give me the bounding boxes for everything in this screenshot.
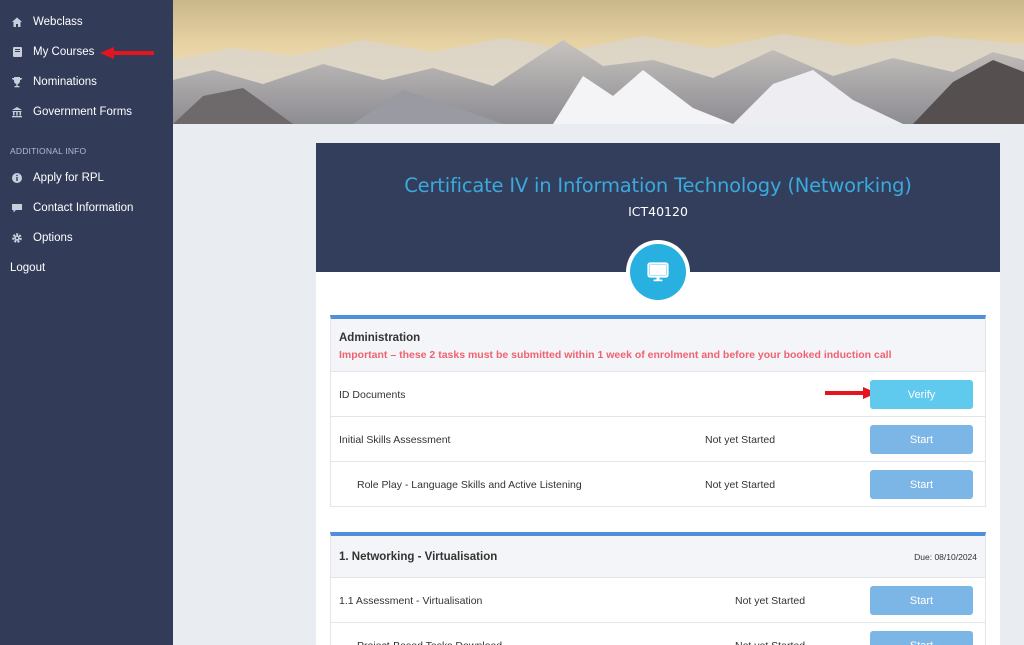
sidebar-item-government-forms[interactable]: Government Forms xyxy=(0,97,173,127)
annotation-arrow-icon xyxy=(100,47,154,59)
unit-panel-networking-virtualisation: 1. Networking - Virtualisation Due: 08/1… xyxy=(330,532,986,645)
sidebar-item-options[interactable]: Options xyxy=(0,223,173,253)
info-icon xyxy=(10,171,24,185)
sidebar-item-label: Webclass xyxy=(33,16,83,28)
due-date: Due: 08/10/2024 xyxy=(914,551,977,562)
panel-title: Administration xyxy=(339,332,421,344)
task-status: Not yet Started xyxy=(735,594,806,607)
sidebar-item-label: Contact Information xyxy=(33,202,134,214)
course-card: Certificate IV in Information Technology… xyxy=(316,143,1000,645)
administration-panel-header: Administration Important – these 2 tasks… xyxy=(331,319,985,372)
trophy-icon xyxy=(10,75,24,89)
sidebar-item-apply-rpl[interactable]: Apply for RPL xyxy=(0,163,173,193)
task-name: Initial Skills Assessment xyxy=(339,433,451,446)
task-status: Not yet Started xyxy=(735,623,805,645)
course-icon-badge xyxy=(626,240,690,304)
task-name: ID Documents xyxy=(339,388,406,401)
sidebar-item-nominations[interactable]: Nominations xyxy=(0,67,173,97)
sidebar-section-label: ADDITIONAL INFO xyxy=(10,146,87,156)
bank-icon xyxy=(10,105,24,119)
course-title: Certificate IV in Information Technology… xyxy=(404,174,912,197)
logout-link[interactable]: Logout xyxy=(0,253,173,283)
task-row-assessment-virtualisation: 1.1 Assessment - Virtualisation Not yet … xyxy=(331,578,985,623)
sidebar-item-label: Options xyxy=(33,232,73,244)
administration-panel: Administration Important – these 2 tasks… xyxy=(330,315,986,507)
task-row-role-play: Role Play - Language Skills and Active L… xyxy=(331,462,985,507)
home-icon xyxy=(10,15,24,29)
task-name: Role Play - Language Skills and Active L… xyxy=(357,478,582,491)
task-status: Not yet Started xyxy=(705,433,776,446)
start-button[interactable]: Start xyxy=(870,586,973,615)
task-row-project-tasks: Project-Based Tasks Download Not yet Sta… xyxy=(331,623,985,645)
sidebar-item-label: Government Forms xyxy=(33,106,133,118)
start-button[interactable]: Start xyxy=(870,425,973,454)
sidebar-item-label: Apply for RPL xyxy=(33,172,104,184)
task-row-initial-skills-assessment: Initial Skills Assessment Not yet Starte… xyxy=(331,417,985,462)
verify-button[interactable]: Verify xyxy=(870,380,973,409)
header-banner-image xyxy=(173,0,1024,124)
start-button[interactable]: Start xyxy=(870,631,973,645)
course-code: ICT40120 xyxy=(628,204,688,219)
important-notice: Important – these 2 tasks must be submit… xyxy=(339,349,892,361)
book-icon xyxy=(10,45,24,59)
unit-panel-header: 1. Networking - Virtualisation Due: 08/1… xyxy=(331,536,985,578)
sidebar-item-contact-information[interactable]: Contact Information xyxy=(0,193,173,223)
start-button[interactable]: Start xyxy=(870,470,973,499)
sidebar-item-label: My Courses xyxy=(33,46,95,58)
task-name: Project-Based Tasks Download xyxy=(357,623,502,645)
sidebar-item-label: Nominations xyxy=(33,76,97,88)
chat-icon xyxy=(10,201,24,215)
gear-icon xyxy=(10,231,24,245)
task-status: Not yet Started xyxy=(705,478,776,491)
task-row-id-documents: ID Documents Verify xyxy=(331,372,985,417)
monitor-icon xyxy=(647,262,669,282)
sidebar: Webclass My Courses Nominations Governme… xyxy=(0,0,173,645)
sidebar-item-webclass[interactable]: Webclass xyxy=(0,7,173,37)
panel-title: 1. Networking - Virtualisation xyxy=(339,550,498,563)
task-name: 1.1 Assessment - Virtualisation xyxy=(339,594,483,607)
